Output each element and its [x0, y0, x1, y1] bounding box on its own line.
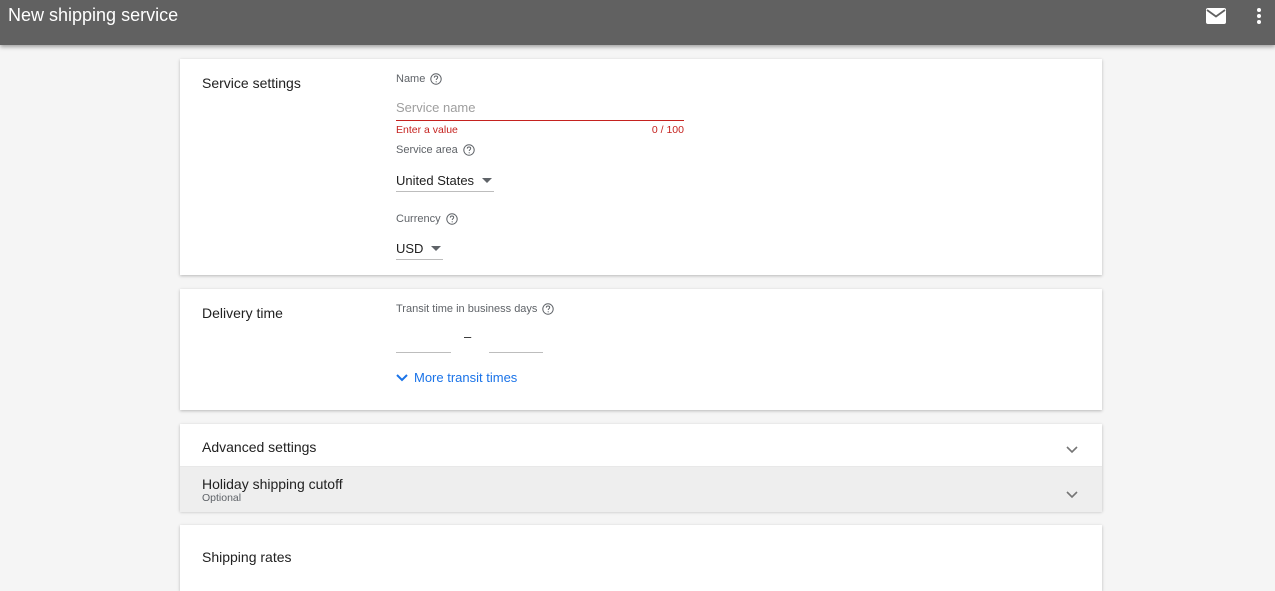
- service-area-label: Service area: [396, 144, 475, 156]
- top-app-bar: New shipping service: [0, 0, 1275, 45]
- more-transit-times-link[interactable]: More transit times: [396, 370, 517, 385]
- currency-label: Currency: [396, 213, 458, 225]
- page-title: New shipping service: [8, 5, 179, 25]
- delivery-time-card: Delivery time Transit time in business d…: [180, 289, 1102, 410]
- holiday-cutoff-subtitle: Optional: [202, 492, 242, 504]
- service-settings-card: Service settings Name Enter a value 0 / …: [180, 59, 1102, 275]
- shipping-rates-title: Shipping rates: [202, 549, 292, 565]
- holiday-cutoff-expander[interactable]: Holiday shipping cutoff Optional: [180, 466, 1102, 512]
- chevron-down-icon: [1066, 486, 1078, 504]
- more-transit-times-label: More transit times: [414, 370, 518, 385]
- transit-time-label: Transit time in business days: [396, 303, 555, 315]
- delivery-time-title: Delivery time: [202, 305, 283, 321]
- currency-select[interactable]: USD: [396, 237, 443, 260]
- service-name-input[interactable]: [396, 98, 684, 116]
- service-area-value: United States: [396, 172, 475, 188]
- max-transit-input[interactable]: [489, 332, 543, 353]
- help-icon[interactable]: [542, 303, 555, 315]
- help-icon[interactable]: [430, 73, 443, 85]
- dropdown-arrow-icon: [482, 177, 493, 183]
- advanced-settings-expander[interactable]: Advanced settings: [180, 424, 1102, 466]
- help-icon[interactable]: [463, 144, 475, 156]
- name-input-underline: [396, 120, 684, 121]
- expandable-sections-card: Advanced settings Holiday shipping cutof…: [180, 424, 1102, 512]
- range-separator: –: [464, 329, 472, 344]
- help-icon[interactable]: [445, 213, 458, 225]
- advanced-settings-title: Advanced settings: [202, 439, 317, 455]
- name-error-text: Enter a value: [396, 124, 458, 136]
- chevron-down-icon: [396, 373, 408, 382]
- currency-value: USD: [396, 240, 424, 256]
- service-settings-title: Service settings: [202, 75, 301, 91]
- min-transit-input[interactable]: [396, 332, 451, 353]
- holiday-cutoff-title: Holiday shipping cutoff: [202, 476, 343, 492]
- name-char-counter: 0 / 100: [651, 124, 684, 136]
- dropdown-arrow-icon: [431, 245, 442, 251]
- more-vert-icon[interactable]: [1247, 4, 1271, 28]
- name-label: Name: [396, 73, 443, 85]
- mail-icon[interactable]: [1204, 4, 1228, 28]
- shipping-rates-card: Shipping rates: [180, 525, 1102, 591]
- service-area-select[interactable]: United States: [396, 169, 494, 192]
- chevron-down-icon: [1066, 441, 1078, 459]
